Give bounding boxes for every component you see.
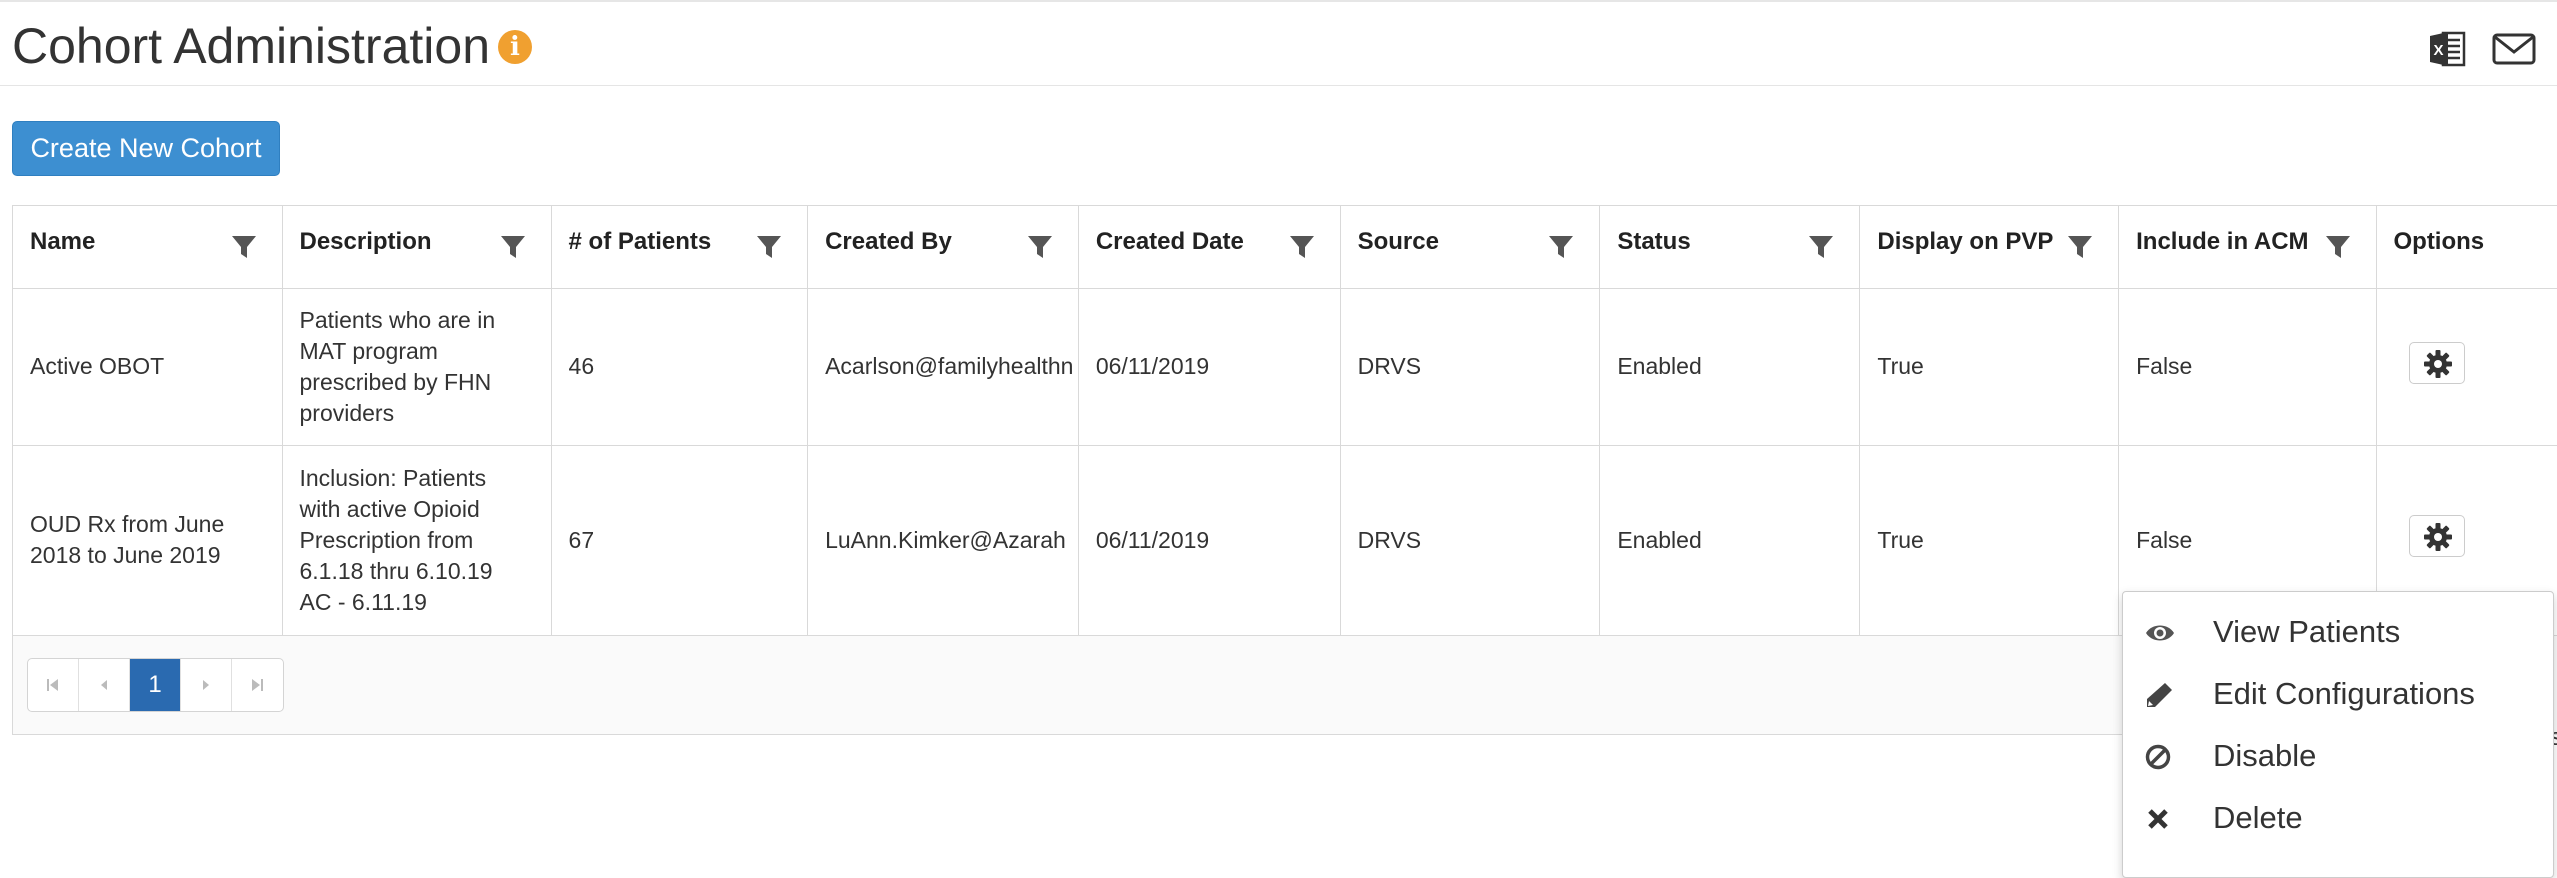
cell-patients: 46 <box>551 288 809 446</box>
column-header-label: Name <box>30 228 96 255</box>
table-row[interactable]: Active OBOT Patients who are in MAT prog… <box>13 288 2557 446</box>
column-header-created-by[interactable]: Created By <box>807 206 1079 289</box>
table-header-row: Name Description # of Patients Created B… <box>13 206 2557 289</box>
gear-icon <box>2424 523 2453 551</box>
options-dropdown-menu: View Patients Edit Configurations Disabl… <box>2122 591 2554 878</box>
menu-item-label: Edit Configurations <box>2213 676 2475 711</box>
excel-icon[interactable]: X <box>2430 30 2466 68</box>
column-header-display-pvp[interactable]: Display on PVP <box>1859 206 2120 289</box>
cell-created-date: 06/11/2019 <box>1078 445 1341 636</box>
filter-icon[interactable] <box>1548 234 1574 260</box>
cell-created-date: 06/11/2019 <box>1078 288 1341 446</box>
row-options-button[interactable] <box>2409 341 2466 384</box>
cell-text: 06/11/2019 <box>1095 526 1210 553</box>
cell-text: OUD Rx from June 2018 to June 2019 <box>30 511 225 568</box>
last-page-icon <box>252 679 263 691</box>
create-new-cohort-button[interactable]: Create New Cohort <box>12 121 280 176</box>
svg-text:X: X <box>2434 42 2444 59</box>
filter-icon[interactable] <box>2067 234 2093 260</box>
first-page-button[interactable] <box>28 659 79 711</box>
cell-text: Enabled <box>1617 353 1702 379</box>
cell-display-pvp: True <box>1859 288 2120 446</box>
first-page-icon <box>47 679 58 691</box>
filter-icon[interactable] <box>756 234 782 260</box>
cell-patients: 67 <box>551 445 809 636</box>
x-icon <box>2148 809 2168 829</box>
cell-description: Inclusion: Patients with active Opioid P… <box>282 445 552 636</box>
column-header-created-date[interactable]: Created Date <box>1078 206 1341 289</box>
menu-item-label: Disable <box>2213 738 2317 773</box>
previous-page-icon <box>101 680 107 690</box>
last-page-button[interactable] <box>232 659 283 711</box>
column-header-patients[interactable]: # of Patients <box>551 206 809 289</box>
cell-name: OUD Rx from June 2018 to June 2019 <box>13 445 283 636</box>
column-header-label: Description <box>299 228 432 255</box>
cell-text: False <box>2136 526 2193 553</box>
cell-options <box>2376 288 2557 446</box>
cell-text: Inclusion: Patients with active Opioid P… <box>299 464 493 615</box>
cell-text: 06/11/2019 <box>1095 353 1210 379</box>
cell-created-by: LuAnn.Kimker@Azarah <box>807 445 1079 636</box>
filter-icon[interactable] <box>1808 234 1834 260</box>
column-header-options: Options <box>2376 206 2557 289</box>
cell-text: LuAnn.Kimker@Azarah <box>825 526 1066 553</box>
column-header-label: Include in ACM <box>2136 228 2309 255</box>
column-header-name[interactable]: Name <box>13 206 283 289</box>
cell-status: Enabled <box>1599 288 1861 446</box>
envelope-icon[interactable] <box>2492 33 2536 65</box>
column-header-source[interactable]: Source <box>1340 206 1601 289</box>
column-header-description[interactable]: Description <box>282 206 552 289</box>
filter-icon[interactable] <box>2325 234 2351 260</box>
pencil-icon <box>2147 683 2172 707</box>
cell-source: DRVS <box>1340 288 1601 446</box>
column-header-label: # of Patients <box>568 228 712 255</box>
filter-icon[interactable] <box>1289 234 1315 260</box>
row-options-button[interactable] <box>2409 515 2466 557</box>
cell-status: Enabled <box>1599 445 1861 636</box>
next-page-button[interactable] <box>181 659 232 711</box>
cell-text: Patients who are in MAT program prescrib… <box>299 306 496 426</box>
menu-item-label: Delete <box>2213 800 2303 835</box>
column-header-label: Status <box>1617 228 1691 255</box>
column-header-label: Options <box>2393 228 2485 255</box>
cell-source: DRVS <box>1340 445 1601 636</box>
filter-icon[interactable] <box>231 234 257 260</box>
column-header-label: Source <box>1357 228 1439 255</box>
column-header-label: Created Date <box>1095 228 1244 255</box>
cell-text: Acarlson@familyhealthn <box>825 353 1074 379</box>
cell-display-pvp: True <box>1859 445 2120 636</box>
menu-item-label: View Patients <box>2213 614 2401 649</box>
column-header-label: Display on PVP <box>1877 228 2054 255</box>
cell-text: Enabled <box>1617 526 1702 553</box>
cell-created-by: Acarlson@familyhealthn <box>807 288 1079 446</box>
filter-icon[interactable] <box>500 234 526 260</box>
gear-icon <box>2424 349 2453 378</box>
cell-text: 46 <box>568 353 595 379</box>
cell-text: 67 <box>568 526 595 553</box>
cell-text: True <box>1877 526 1924 553</box>
column-header-status[interactable]: Status <box>1599 206 1861 289</box>
cell-text: False <box>2136 353 2193 379</box>
info-icon[interactable]: i <box>498 30 532 64</box>
column-header-label: Created By <box>825 228 952 255</box>
cell-name: Active OBOT <box>13 288 283 446</box>
previous-page-button[interactable] <box>79 659 130 711</box>
filter-icon[interactable] <box>1027 234 1053 260</box>
cell-text: DRVS <box>1357 526 1422 553</box>
eye-icon <box>2146 625 2174 641</box>
next-page-icon <box>203 680 209 690</box>
cell-description: Patients who are in MAT program prescrib… <box>282 288 552 446</box>
column-header-include-acm[interactable]: Include in ACM <box>2118 206 2378 289</box>
page-number-button[interactable]: 1 <box>130 659 181 711</box>
pagination: 1 <box>27 658 284 712</box>
ban-icon <box>2145 744 2171 770</box>
cell-text: True <box>1877 353 1924 379</box>
cell-include-acm: False <box>2118 288 2378 446</box>
page-title: Cohort Administration <box>12 18 491 74</box>
page-header: Cohort Administration i X <box>0 3 2557 86</box>
cell-text: Active OBOT <box>30 353 165 379</box>
cell-text: DRVS <box>1357 353 1422 379</box>
